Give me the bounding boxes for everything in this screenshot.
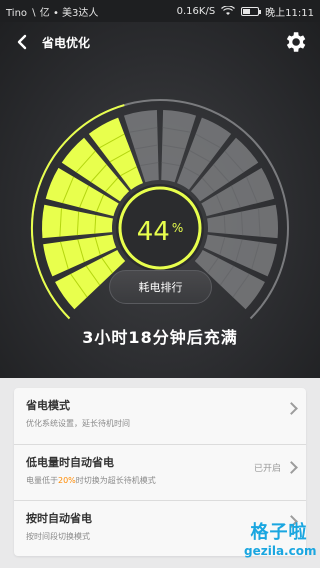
chevron-right-icon <box>285 402 298 415</box>
back-arrow-icon <box>17 34 27 50</box>
clock: 晚上11:11 <box>265 7 314 19</box>
setting-power-mode[interactable]: 省电模式 优化系统设置，延长待机时间 <box>14 388 306 438</box>
network-speed: 0.16K/S <box>176 5 216 17</box>
carrier-text: Tino ∖ 亿 • 美3达人 <box>6 7 99 19</box>
chevron-right-icon <box>285 461 298 474</box>
setting-title: 省电模式 <box>26 399 70 412</box>
setting-status: 已开启 <box>253 464 281 474</box>
charge-remaining-text: 3小时18分钟后充满 <box>82 328 238 347</box>
power-ranking-button[interactable]: 耗电排行 <box>109 270 212 304</box>
watermark: 格子啦 gezila.com <box>244 518 317 562</box>
toolbar: 省电优化 <box>0 22 320 62</box>
setting-subtitle: 电量低于20%时切换为超长待机模式 <box>26 475 294 486</box>
percent-sign: % <box>171 221 184 235</box>
wifi-icon <box>221 6 236 15</box>
battery-percent: 44% <box>110 204 210 260</box>
setting-subtitle: 优化系统设置，延长待机时间 <box>26 419 130 428</box>
power-optimize-panel: 省电优化 44% 耗电排行 3小时18分钟后充满 <box>0 22 320 378</box>
subtitle-suffix: 时切换为超长待机模式 <box>75 476 156 485</box>
subtitle-prefix: 电量低于 <box>26 476 58 485</box>
watermark-line1: 格子啦 <box>250 522 308 543</box>
setting-low-battery-auto-save[interactable]: 低电量时自动省电 电量低于20%时切换为超长待机模式 已开启 <box>14 444 306 494</box>
subtitle-highlight: 20% <box>58 476 76 485</box>
battery-icon <box>241 6 262 16</box>
settings-section: 省电模式 优化系统设置，延长待机时间 低电量时自动省电 电量低于20%时切换为超… <box>0 378 320 568</box>
status-bar: Tino ∖ 亿 • 美3达人 0.16K/S 晚上11:11 <box>0 0 320 22</box>
page-title: 省电优化 <box>42 35 91 50</box>
battery-percent-value: 44 <box>136 217 170 247</box>
watermark-line2: gezila.com <box>244 544 317 558</box>
gear-icon[interactable] <box>282 29 308 55</box>
back-button[interactable] <box>10 30 34 54</box>
